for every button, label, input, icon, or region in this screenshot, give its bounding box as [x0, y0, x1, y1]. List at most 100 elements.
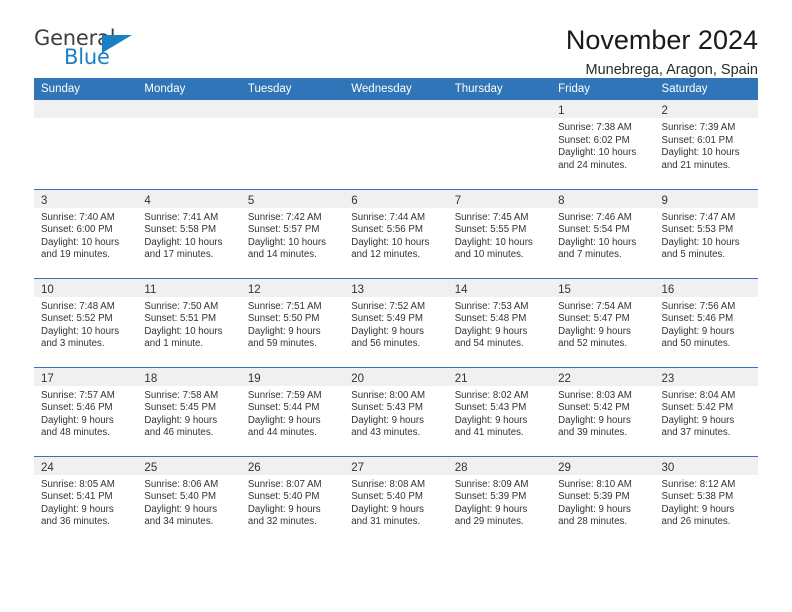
- day-details: Sunrise: 8:06 AM Sunset: 5:40 PM Daylight:…: [137, 475, 240, 529]
- sunrise-text: Sunrise: 7:40 AM: [41, 211, 115, 223]
- calendar-day-cell[interactable]: 18 Sunrise: 7:58 AM Sunset: 5:45 PM Dayligh…: [137, 366, 241, 456]
- daylight-text-line2: and 34 minutes.: [144, 516, 214, 528]
- daylight-text-line2: and 3 minutes.: [41, 338, 105, 350]
- day-number: 16: [661, 283, 675, 296]
- calendar-day-cell[interactable]: 21 Sunrise: 8:02 AM Sunset: 5:43 PM Dayligh…: [447, 366, 552, 456]
- calendar-day-cell[interactable]: 17 Sunrise: 7:57 AM Sunset: 5:46 PM Dayligh…: [34, 366, 138, 456]
- sunrise-text: Sunrise: 7:51 AM: [247, 300, 322, 312]
- calendar-day-cell[interactable]: 14 Sunrise: 7:53 AM Sunset: 5:48 PM Dayligh…: [447, 277, 552, 367]
- sunset-text: Sunset: 5:54 PM: [558, 224, 630, 236]
- day-number: 26: [247, 461, 261, 474]
- day-number-band: 7: [447, 189, 552, 208]
- calendar-day-cell[interactable]: 29 Sunrise: 8:10 AM Sunset: 5:39 PM Dayligh…: [551, 455, 655, 545]
- calendar-day-cell[interactable]: 3 Sunrise: 7:40 AM Sunset: 6:00 PM Daylight…: [34, 188, 138, 278]
- calendar-day-cell[interactable]: 16 Sunrise: 7:56 AM Sunset: 5:46 PM Dayligh…: [654, 277, 758, 367]
- calendar-body: 1 Sunrise: 7:38 AM Sunset: 6:02 PM Daylight…: [34, 100, 758, 545]
- sunset-text: Sunset: 5:46 PM: [661, 313, 734, 325]
- day-details: Sunrise: 8:04 AM Sunset: 5:42 PM Daylight:…: [655, 386, 758, 440]
- daylight-text-line2: and 17 minutes.: [144, 249, 214, 261]
- day-number-band: [34, 100, 138, 118]
- calendar-day-cell[interactable]: 9 Sunrise: 7:47 AM Sunset: 5:53 PM Daylight…: [654, 188, 758, 278]
- day-details: Sunrise: 7:44 AM Sunset: 5:56 PM Daylight:…: [344, 208, 447, 262]
- logo-text-blue: Blue: [64, 45, 110, 69]
- daylight-text-line1: Daylight: 10 hours: [661, 147, 740, 159]
- daylight-text-line2: and 19 minutes.: [41, 249, 110, 261]
- day-number: 30: [661, 461, 675, 474]
- day-number-band: 3: [34, 189, 138, 208]
- day-number-band: 4: [137, 189, 241, 208]
- sunset-text: Sunset: 5:57 PM: [247, 224, 320, 236]
- day-details: Sunrise: 7:51 AM Sunset: 5:50 PM Daylight:…: [241, 297, 344, 351]
- day-number-band: 28: [447, 456, 552, 475]
- daylight-text-line2: and 43 minutes.: [351, 427, 421, 439]
- calendar-day-cell[interactable]: 24 Sunrise: 8:05 AM Sunset: 5:41 PM Dayligh…: [34, 455, 138, 545]
- daylight-text-line1: Daylight: 9 hours: [351, 503, 424, 515]
- sunrise-text: Sunrise: 8:05 AM: [41, 478, 115, 490]
- calendar-day-cell[interactable]: 4 Sunrise: 7:41 AM Sunset: 5:58 PM Daylight…: [137, 188, 241, 278]
- calendar-day-cell[interactable]: 26 Sunrise: 8:07 AM Sunset: 5:40 PM Dayligh…: [240, 455, 345, 545]
- day-number-band: 19: [240, 367, 345, 386]
- calendar-day-cell[interactable]: 12 Sunrise: 7:51 AM Sunset: 5:50 PM Dayligh…: [240, 277, 345, 367]
- day-details: Sunrise: 7:53 AM Sunset: 5:48 PM Daylight:…: [448, 297, 551, 351]
- calendar-day-cell[interactable]: 15 Sunrise: 7:54 AM Sunset: 5:47 PM Dayligh…: [551, 277, 655, 367]
- day-number: 7: [454, 194, 462, 207]
- day-details: Sunrise: 8:08 AM Sunset: 5:40 PM Daylight:…: [344, 475, 447, 529]
- calendar-day-cell[interactable]: 23 Sunrise: 8:04 AM Sunset: 5:42 PM Dayligh…: [654, 366, 758, 456]
- daylight-text-line2: and 50 minutes.: [661, 338, 731, 350]
- daylight-text-line2: and 31 minutes.: [351, 516, 421, 528]
- day-number-band: 14: [447, 278, 552, 297]
- weekday-header-monday: Monday: [137, 78, 241, 100]
- daylight-text-line1: Daylight: 10 hours: [247, 236, 326, 248]
- day-number-band: 26: [240, 456, 345, 475]
- sunset-text: Sunset: 5:48 PM: [454, 313, 527, 325]
- day-number: 12: [247, 283, 261, 296]
- calendar-day-cell[interactable]: 30 Sunrise: 8:12 AM Sunset: 5:38 PM Dayligh…: [654, 455, 758, 545]
- day-number: 14: [454, 283, 468, 296]
- calendar-day-cell[interactable]: 6 Sunrise: 7:44 AM Sunset: 5:56 PM Daylight…: [344, 188, 448, 278]
- calendar-day-cell[interactable]: 2 Sunrise: 7:39 AM Sunset: 6:01 PM Daylight…: [654, 100, 758, 189]
- day-number-band: 1: [551, 100, 655, 118]
- calendar-day-cell[interactable]: 7 Sunrise: 7:45 AM Sunset: 5:55 PM Daylight…: [447, 188, 552, 278]
- calendar-day-cell[interactable]: 11 Sunrise: 7:50 AM Sunset: 5:51 PM Dayligh…: [137, 277, 241, 367]
- day-number-band: [137, 100, 241, 118]
- daylight-text-line1: Daylight: 10 hours: [558, 147, 637, 159]
- day-number: 4: [144, 194, 151, 207]
- day-details: Sunrise: 7:54 AM Sunset: 5:47 PM Daylight:…: [551, 297, 654, 351]
- day-number-band: 20: [344, 367, 448, 386]
- sunset-text: Sunset: 6:01 PM: [661, 134, 734, 146]
- daylight-text-line2: and 44 minutes.: [247, 427, 317, 439]
- calendar-day-cell[interactable]: 28 Sunrise: 8:09 AM Sunset: 5:39 PM Dayligh…: [447, 455, 552, 545]
- sunset-text: Sunset: 5:47 PM: [558, 313, 630, 325]
- sunrise-text: Sunrise: 7:45 AM: [454, 211, 529, 223]
- daylight-text-line2: and 54 minutes.: [454, 338, 524, 350]
- daylight-text-line2: and 46 minutes.: [144, 427, 214, 439]
- calendar-day-cell[interactable]: 22 Sunrise: 8:03 AM Sunset: 5:42 PM Dayligh…: [551, 366, 655, 456]
- sunrise-text: Sunrise: 7:58 AM: [144, 389, 219, 401]
- daylight-text-line2: and 21 minutes.: [661, 159, 731, 171]
- daylight-text-line1: Daylight: 9 hours: [661, 325, 735, 337]
- calendar-day-cell[interactable]: 20 Sunrise: 8:00 AM Sunset: 5:43 PM Dayligh…: [344, 366, 448, 456]
- calendar-day-cell[interactable]: 1 Sunrise: 7:38 AM Sunset: 6:02 PM Daylight…: [551, 100, 655, 189]
- calendar-day-cell[interactable]: 19 Sunrise: 7:59 AM Sunset: 5:44 PM Dayligh…: [240, 366, 345, 456]
- page-subtitle: Munebrega, Aragon, Spain: [585, 62, 758, 79]
- calendar-day-cell[interactable]: 8 Sunrise: 7:46 AM Sunset: 5:54 PM Daylight…: [551, 188, 655, 278]
- calendar-day-cell[interactable]: 27 Sunrise: 8:08 AM Sunset: 5:40 PM Dayligh…: [344, 455, 448, 545]
- calendar-day-cell[interactable]: 25 Sunrise: 8:06 AM Sunset: 5:40 PM Dayligh…: [137, 455, 241, 545]
- calendar-week-row: 17 Sunrise: 7:57 AM Sunset: 5:46 PM Dayligh…: [34, 366, 758, 456]
- calendar-day-cell[interactable]: 13 Sunrise: 7:52 AM Sunset: 5:49 PM Dayligh…: [344, 277, 448, 367]
- day-number: 24: [41, 461, 54, 474]
- calendar-day-cell[interactable]: 5 Sunrise: 7:42 AM Sunset: 5:57 PM Daylight…: [240, 188, 345, 278]
- calendar-day-cell[interactable]: 10 Sunrise: 7:48 AM Sunset: 5:52 PM Dayligh…: [34, 277, 138, 367]
- calendar-week-row: 3 Sunrise: 7:40 AM Sunset: 6:00 PM Daylight…: [34, 188, 758, 278]
- sunrise-text: Sunrise: 8:08 AM: [351, 478, 426, 490]
- day-number: 25: [144, 461, 158, 474]
- day-number: 23: [661, 372, 675, 385]
- calendar-day-cell-empty: [34, 100, 138, 189]
- daylight-text-line1: Daylight: 9 hours: [454, 325, 528, 337]
- day-details: Sunrise: 7:42 AM Sunset: 5:57 PM Daylight:…: [241, 208, 344, 262]
- day-number-band: 5: [240, 189, 345, 208]
- calendar-day-cell-empty: [240, 100, 345, 189]
- daylight-text-line1: Daylight: 10 hours: [144, 325, 223, 337]
- sunrise-text: Sunrise: 7:41 AM: [144, 211, 219, 223]
- calendar-week-row: 24 Sunrise: 8:05 AM Sunset: 5:41 PM Dayligh…: [34, 455, 758, 545]
